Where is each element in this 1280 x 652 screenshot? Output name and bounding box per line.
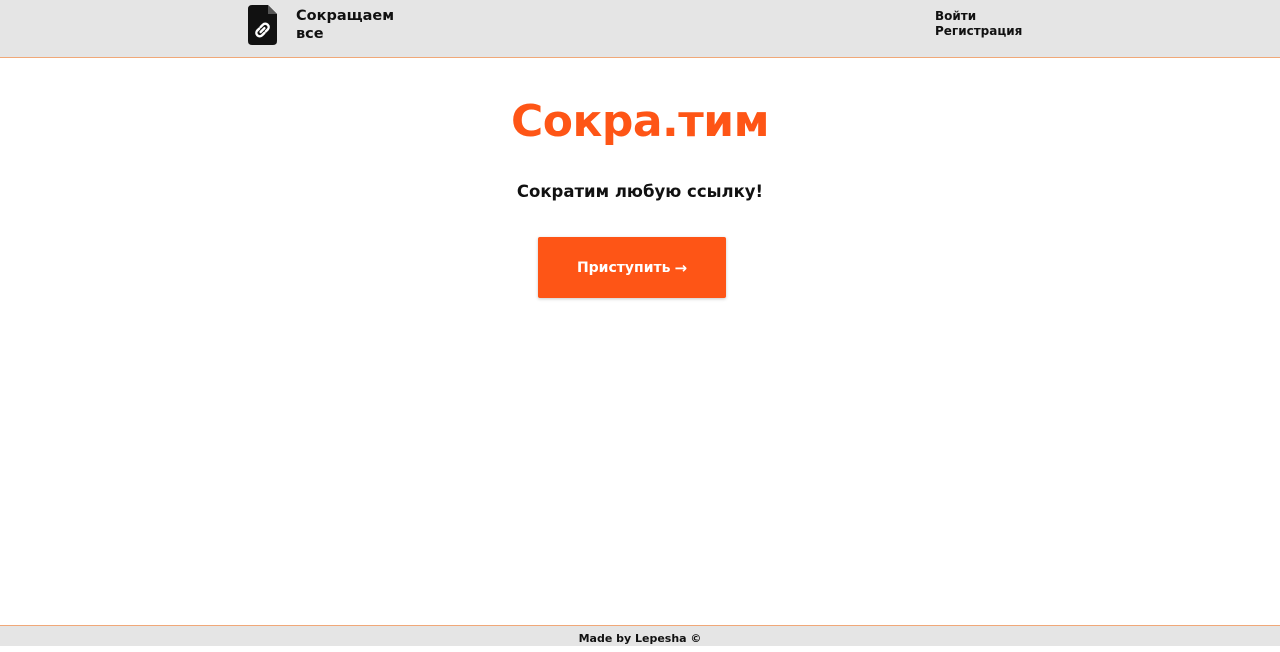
get-started-button[interactable]: Приступить → xyxy=(538,237,726,298)
site-header: Сокращаем все Войти Регистрация xyxy=(0,0,1280,58)
brand-text: Сокращаем все xyxy=(296,8,395,42)
home-logo-link[interactable]: Сокращаем все xyxy=(248,5,406,45)
file-link-icon xyxy=(248,5,277,45)
get-started-label: Приступить xyxy=(576,259,671,276)
site-footer: Made by Lepesha © xyxy=(0,625,1280,646)
hero-subtitle: Сократим любую ссылку! xyxy=(516,182,764,201)
arrow-right-icon: → xyxy=(674,258,688,277)
register-link[interactable]: Регистрация xyxy=(935,24,1022,39)
auth-nav: Войти Регистрация xyxy=(935,9,1022,39)
page-title: Сокра.тим xyxy=(510,96,770,147)
footer-credit: Made by Lepesha © xyxy=(578,632,702,645)
login-link[interactable]: Войти xyxy=(935,9,1022,24)
